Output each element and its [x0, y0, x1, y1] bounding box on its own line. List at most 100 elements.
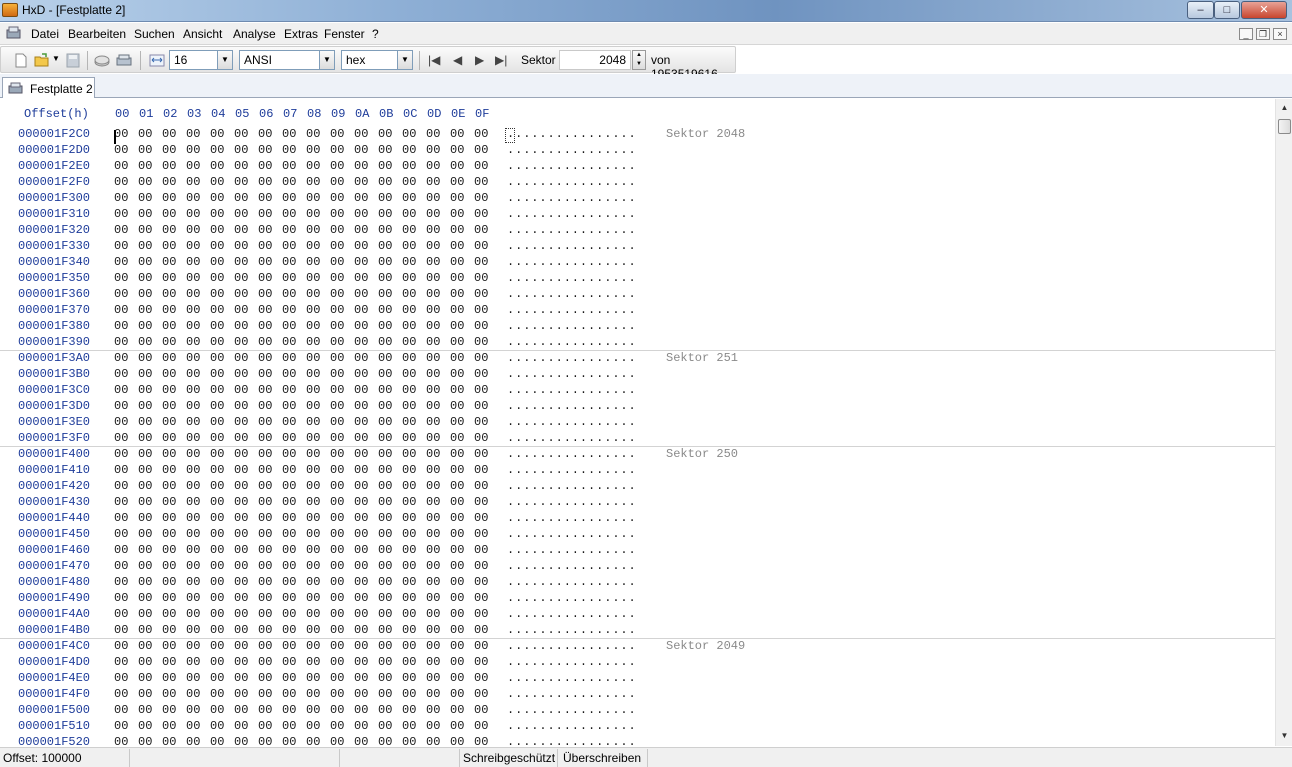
hex-byte[interactable]: 00: [330, 127, 344, 141]
ascii-text[interactable]: ................: [507, 495, 637, 509]
hex-byte[interactable]: 00: [354, 543, 368, 557]
hex-byte[interactable]: 00: [114, 351, 128, 365]
hex-byte[interactable]: 00: [282, 271, 296, 285]
hex-byte[interactable]: 00: [474, 655, 488, 669]
hex-byte[interactable]: 00: [282, 735, 296, 746]
hex-byte[interactable]: 00: [402, 655, 416, 669]
hex-byte[interactable]: 00: [138, 575, 152, 589]
hex-byte[interactable]: 00: [234, 431, 248, 445]
hex-byte[interactable]: 00: [474, 735, 488, 746]
hex-byte[interactable]: 00: [258, 735, 272, 746]
hex-byte[interactable]: 00: [354, 639, 368, 653]
hex-byte[interactable]: 00: [354, 559, 368, 573]
hex-byte[interactable]: 00: [138, 511, 152, 525]
hex-byte[interactable]: 00: [450, 431, 464, 445]
save-icon[interactable]: [65, 53, 81, 68]
hex-byte[interactable]: 00: [354, 159, 368, 173]
hex-byte[interactable]: 00: [234, 607, 248, 621]
hex-byte[interactable]: 00: [162, 399, 176, 413]
hex-byte[interactable]: 00: [234, 191, 248, 205]
hex-byte[interactable]: 00: [426, 719, 440, 733]
hex-byte[interactable]: 00: [114, 591, 128, 605]
hex-byte[interactable]: 00: [114, 607, 128, 621]
hex-byte[interactable]: 00: [330, 735, 344, 746]
ascii-text[interactable]: ................: [507, 207, 637, 221]
hex-byte[interactable]: 00: [258, 175, 272, 189]
hex-byte[interactable]: 00: [210, 319, 224, 333]
hex-byte[interactable]: 00: [234, 159, 248, 173]
hex-byte[interactable]: 00: [138, 463, 152, 477]
hex-byte[interactable]: 00: [402, 255, 416, 269]
hex-byte[interactable]: 00: [306, 431, 320, 445]
hex-byte[interactable]: 00: [258, 415, 272, 429]
hex-byte[interactable]: 00: [426, 175, 440, 189]
hex-byte[interactable]: 00: [210, 159, 224, 173]
hex-byte[interactable]: 00: [162, 607, 176, 621]
hex-byte[interactable]: 00: [354, 479, 368, 493]
hex-byte[interactable]: 00: [306, 383, 320, 397]
hex-byte[interactable]: 00: [138, 319, 152, 333]
hex-byte[interactable]: 00: [210, 223, 224, 237]
hex-byte[interactable]: 00: [378, 431, 392, 445]
hex-byte[interactable]: 00: [210, 143, 224, 157]
hex-byte[interactable]: 00: [402, 335, 416, 349]
hex-byte[interactable]: 00: [354, 719, 368, 733]
hex-byte[interactable]: 00: [306, 607, 320, 621]
hex-byte[interactable]: 00: [330, 559, 344, 573]
hex-byte[interactable]: 00: [186, 575, 200, 589]
hex-byte[interactable]: 00: [378, 335, 392, 349]
hex-byte[interactable]: 00: [330, 623, 344, 637]
hex-byte[interactable]: 00: [258, 159, 272, 173]
hex-byte[interactable]: 00: [474, 191, 488, 205]
hex-byte[interactable]: 00: [114, 255, 128, 269]
hex-byte[interactable]: 00: [162, 703, 176, 717]
hex-byte[interactable]: 00: [402, 543, 416, 557]
hex-byte[interactable]: 00: [138, 703, 152, 717]
hex-byte[interactable]: 00: [426, 735, 440, 746]
ascii-text[interactable]: ................: [507, 319, 637, 333]
hex-byte[interactable]: 00: [162, 255, 176, 269]
hex-byte[interactable]: 00: [210, 543, 224, 557]
hex-byte[interactable]: 00: [306, 463, 320, 477]
hex-byte[interactable]: 00: [162, 351, 176, 365]
hex-byte[interactable]: 00: [210, 415, 224, 429]
hex-byte[interactable]: 00: [114, 543, 128, 557]
hex-byte[interactable]: 00: [186, 383, 200, 397]
hex-byte[interactable]: 00: [474, 175, 488, 189]
hex-byte[interactable]: 00: [474, 623, 488, 637]
hex-byte[interactable]: 00: [162, 287, 176, 301]
hex-byte[interactable]: 00: [282, 575, 296, 589]
hex-byte[interactable]: 00: [450, 623, 464, 637]
hex-byte[interactable]: 00: [378, 255, 392, 269]
hex-byte[interactable]: 00: [258, 303, 272, 317]
hex-byte[interactable]: 00: [138, 655, 152, 669]
hex-byte[interactable]: 00: [210, 399, 224, 413]
hex-byte[interactable]: 00: [258, 527, 272, 541]
hex-byte[interactable]: 00: [210, 287, 224, 301]
hex-byte[interactable]: 00: [138, 527, 152, 541]
hex-byte[interactable]: 00: [234, 415, 248, 429]
hex-byte[interactable]: 00: [114, 383, 128, 397]
hex-byte[interactable]: 00: [450, 735, 464, 746]
hex-byte[interactable]: 00: [426, 239, 440, 253]
hex-byte[interactable]: 00: [378, 319, 392, 333]
hex-byte[interactable]: 00: [306, 127, 320, 141]
scrollbar-thumb[interactable]: [1278, 119, 1291, 134]
hex-byte[interactable]: 00: [282, 543, 296, 557]
bytes-per-row-select[interactable]: 16 ▼: [169, 50, 233, 70]
hex-byte[interactable]: 00: [426, 607, 440, 621]
hex-byte[interactable]: 00: [138, 719, 152, 733]
hex-byte[interactable]: 00: [402, 175, 416, 189]
ascii-text[interactable]: ................: [507, 175, 637, 189]
hex-byte[interactable]: 00: [354, 287, 368, 301]
hex-byte[interactable]: 00: [114, 687, 128, 701]
hex-byte[interactable]: 00: [306, 639, 320, 653]
menu-ansicht[interactable]: Ansicht: [183, 27, 222, 41]
hex-byte[interactable]: 00: [282, 591, 296, 605]
hex-byte[interactable]: 00: [210, 351, 224, 365]
hex-byte[interactable]: 00: [138, 399, 152, 413]
hex-byte[interactable]: 00: [402, 191, 416, 205]
hex-byte[interactable]: 00: [162, 271, 176, 285]
hex-byte[interactable]: 00: [402, 703, 416, 717]
hex-byte[interactable]: 00: [426, 527, 440, 541]
